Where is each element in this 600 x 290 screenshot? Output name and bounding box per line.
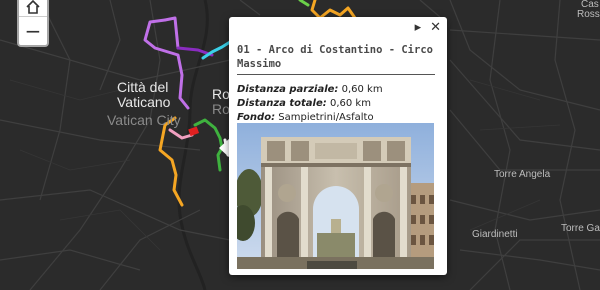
label-citta-del: Città del (117, 79, 169, 95)
fondo-value: Sampietrini/Asfalto (278, 112, 374, 123)
map-zoom-controls: − (17, 0, 49, 47)
label-roma-partial: Ro (212, 86, 230, 102)
home-button[interactable] (19, 0, 47, 16)
popup-body: 01 - Arco di Costantino - Circo Massimo … (237, 43, 435, 125)
label-vaticano: Vaticano (117, 94, 171, 110)
distanza-totale-value: 0,60 km (329, 98, 371, 109)
zoom-out-button[interactable]: − (19, 16, 47, 45)
next-arrow-icon[interactable]: ▸ (415, 20, 422, 35)
distanza-totale-label: Distanza totale: (237, 98, 327, 109)
label-ross-partial: Ross (577, 9, 600, 20)
label-rome-partial: Ro (212, 101, 230, 117)
distanza-totale-row: Distanza totale: 0,60 km (237, 97, 435, 111)
label-torre-angela: Torre Angela (494, 169, 551, 180)
distanza-parziale-value: 0,60 km (341, 84, 383, 95)
distanza-parziale-label: Distanza parziale: (237, 84, 339, 95)
home-icon (26, 0, 40, 14)
label-giardinetti: Giardinetti (472, 229, 518, 240)
popup-controls: ▸ ✕ (415, 20, 441, 35)
arch-of-constantine-photo (237, 123, 434, 269)
fondo-label: Fondo: (237, 112, 276, 123)
close-icon[interactable]: ✕ (430, 20, 441, 35)
label-vatican-city: Vatican City (107, 112, 181, 128)
label-torre-gaia-partial: Torre Gai (561, 223, 600, 234)
popup-title: 01 - Arco di Costantino - Circo Massimo (237, 43, 435, 75)
distanza-parziale-row: Distanza parziale: 0,60 km (237, 83, 435, 97)
info-popup: ▸ ✕ 01 - Arco di Costantino - Circo Mass… (229, 17, 447, 275)
